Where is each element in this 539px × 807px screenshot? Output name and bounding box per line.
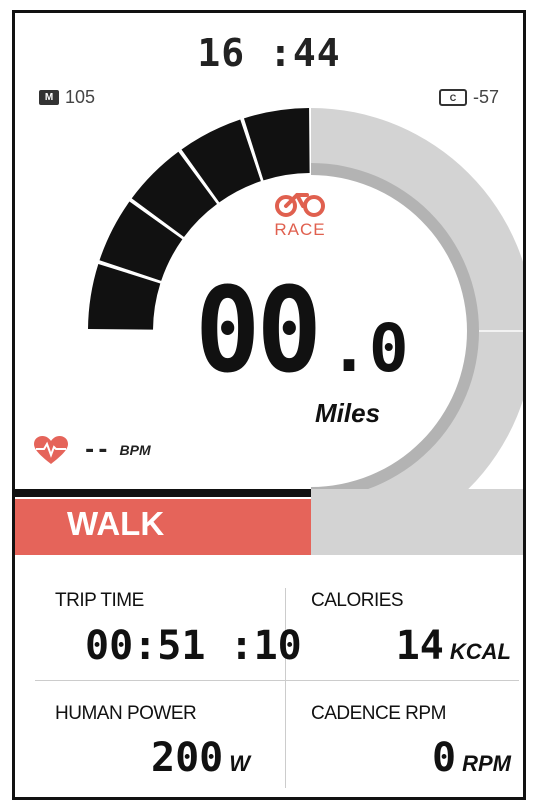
calories-value: 14: [395, 623, 444, 669]
calories-unit: KCAL: [449, 639, 511, 664]
cadence-readout: 0 RPM: [432, 735, 511, 781]
trip-time-value: 00:51 :10: [85, 623, 302, 669]
human-power-label: HUMAN POWER: [55, 703, 197, 724]
cadence-value: 0: [432, 735, 457, 781]
trip-time-label: TRIP TIME: [55, 590, 144, 611]
stats-divider-horizontal: [35, 680, 519, 681]
heart-rate-value: --: [83, 437, 110, 463]
bike-console-screen: 16 :44 M 105 C -57 RACE 00.0 Miles -- BP…: [12, 10, 526, 800]
stats-divider-vertical: [285, 588, 286, 788]
race-bike-icon: [275, 193, 325, 217]
calories-readout: 14 KCAL: [396, 623, 511, 669]
speed-readout: 00.0: [195, 261, 409, 399]
program-race-logo: RACE: [270, 191, 330, 240]
human-power-unit: W: [229, 751, 251, 776]
mode-divider: [15, 489, 311, 497]
heart-rate-icon: [34, 436, 68, 464]
speed-gauge: [88, 108, 523, 555]
calories-label: CALORIES: [311, 590, 404, 611]
program-label: RACE: [274, 220, 326, 239]
human-power-value: 200: [151, 735, 224, 781]
mode-label: WALK: [67, 505, 165, 542]
speed-unit: Miles: [315, 398, 381, 428]
human-power-readout: 200 W: [151, 735, 250, 781]
cadence-label: CADENCE RPM: [311, 703, 446, 724]
heart-rate: -- BPM: [33, 435, 151, 465]
speed-decimal: .0: [329, 310, 409, 387]
gauge-track-base: [311, 489, 523, 555]
cadence-unit: RPM: [462, 751, 511, 776]
heart-rate-unit: BPM: [119, 442, 151, 458]
speed-value: 00: [195, 261, 322, 399]
